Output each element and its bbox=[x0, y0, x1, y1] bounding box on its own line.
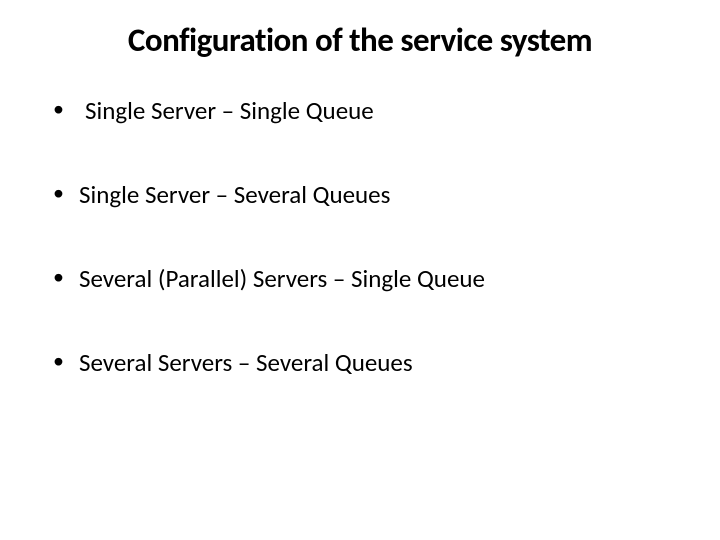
list-item: Several Servers – Several Queues bbox=[53, 348, 675, 378]
list-item: Several (Parallel) Servers – Single Queu… bbox=[53, 264, 675, 294]
bullet-list: Single Server – Single Queue Single Serv… bbox=[45, 96, 675, 378]
list-item: Single Server – Several Queues bbox=[53, 180, 675, 210]
list-item: Single Server – Single Queue bbox=[53, 96, 675, 126]
slide-title: Configuration of the service system bbox=[45, 20, 675, 60]
slide-container: Configuration of the service system Sing… bbox=[0, 0, 720, 540]
